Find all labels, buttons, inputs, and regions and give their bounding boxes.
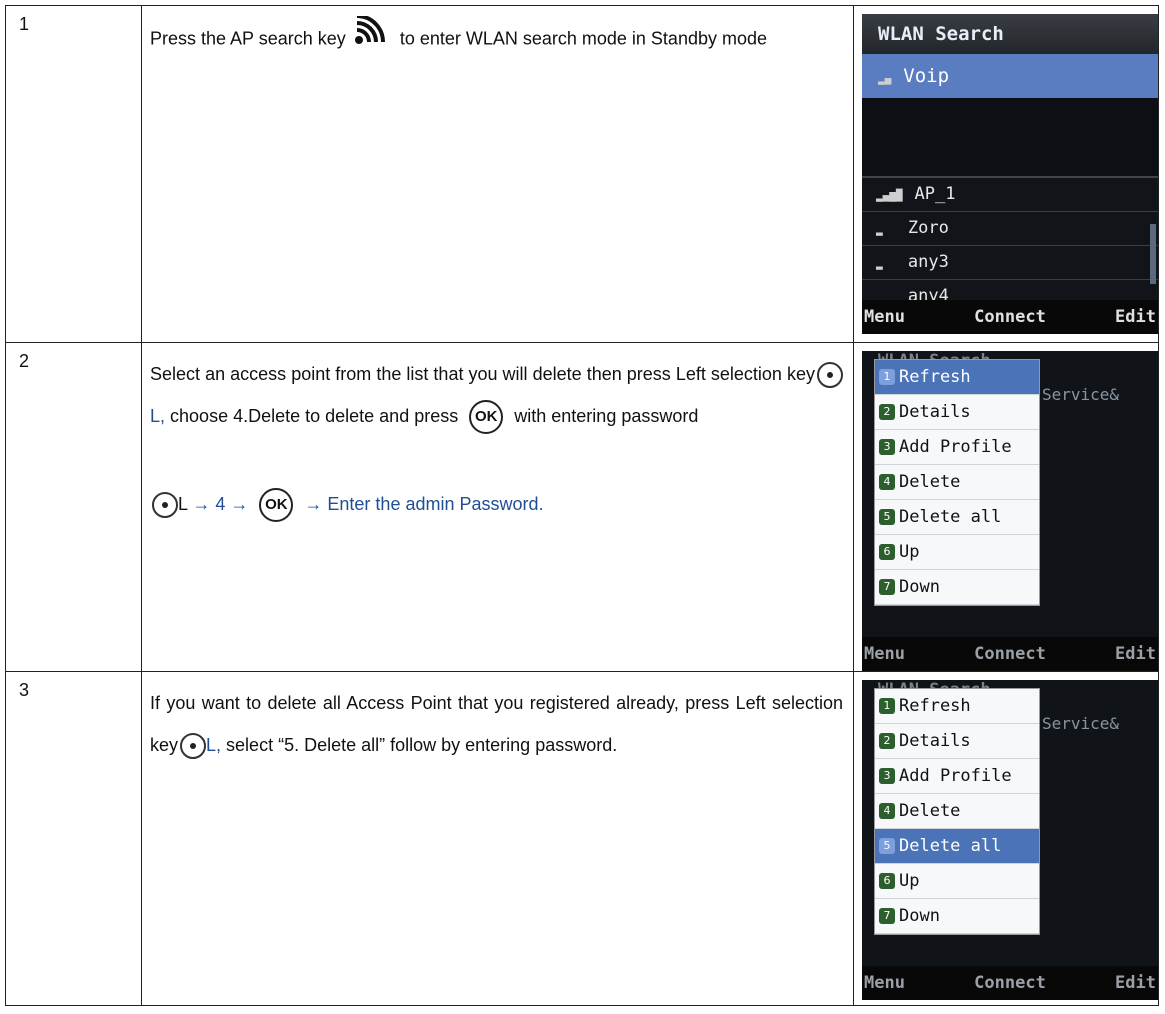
menu-item-refresh[interactable]: 1 Refresh: [875, 360, 1039, 395]
left-selection-key-icon: [180, 733, 207, 760]
softkey-menu[interactable]: Menu: [864, 307, 905, 327]
screenshot-cell: WLAN Search Service& 1Refresh 2Details 3…: [853, 342, 1159, 672]
network-details-area: [862, 98, 1158, 176]
menu-item-delete-all[interactable]: 5 Delete all: [875, 829, 1039, 864]
options-menu: 1 Refresh 2 Details 3 Add Profile 4 Delete 5…: [874, 688, 1040, 935]
left-key-label: L,: [150, 406, 166, 426]
softkey-edit[interactable]: Edit: [1115, 307, 1156, 327]
menu-item-add-profile[interactable]: 3 Add Profile: [875, 430, 1039, 465]
ap-search-key-icon: [351, 14, 395, 63]
signal-full-icon: ▂▄▆█: [876, 189, 903, 202]
softkey-bar: Menu Connect Edit: [862, 966, 1158, 1000]
step-number: 3: [5, 671, 142, 1006]
sequence-arrow: → 4 →: [192, 494, 249, 514]
softkey-connect[interactable]: Connect: [974, 644, 1046, 664]
left-key-label: L,: [206, 735, 222, 755]
signal-icon: ▂▄: [878, 72, 892, 85]
menu-item-details[interactable]: 2 Details: [875, 395, 1039, 430]
softkey-menu[interactable]: Menu: [864, 644, 905, 664]
network-item[interactable]: ▂▄▆█ AP_1: [862, 178, 1158, 212]
step-description: If you want to delete all Access Point t…: [141, 671, 854, 1006]
network-list: ▂▄▆█ AP_1 ▂ Zoro ▂ any3 ▂ any4: [862, 176, 1158, 314]
step-text: Select an access point from the list tha…: [150, 364, 815, 384]
step-text-end: with entering password: [514, 406, 699, 426]
menu-item-down[interactable]: 7 Down: [875, 899, 1039, 934]
menu-item-down[interactable]: 7 Down: [875, 570, 1039, 605]
step-text-cont: to enter WLAN search mode in Standby mod…: [399, 28, 768, 49]
step-text: Press the AP search key: [150, 28, 346, 49]
menu-item-delete[interactable]: 4 Delete: [875, 465, 1039, 500]
wlan-search-screen: WLAN Search ▂▄ Voip ▂▄▆█ AP_1 ▂ Zoro ▂ any…: [862, 14, 1158, 334]
options-menu: 1 Refresh 2 Details 3 Add Profile 4 Delete 5…: [874, 359, 1040, 606]
softkey-bar: Menu Connect Edit: [862, 637, 1158, 671]
step-description: Press the AP search key to enter WLAN se…: [141, 5, 854, 343]
menu-item-details[interactable]: 2 Details: [875, 724, 1039, 759]
step-row-3: 3 If you want to delete all Access Point…: [5, 671, 1159, 1006]
step-number: 2: [5, 342, 142, 672]
steps-table: 1 Press the AP search key to enter WLAN …: [5, 5, 1159, 1006]
screen-title: WLAN Search: [862, 14, 1158, 54]
scrollbar[interactable]: [1150, 224, 1156, 284]
left-selection-key-icon: [817, 362, 843, 389]
ok-key-icon: OK: [259, 488, 294, 523]
step-text-cont: select “5. Delete all” follow by enterin…: [226, 735, 618, 755]
options-menu-screen: WLAN Search Service& 1Refresh 2Details 3…: [862, 680, 1158, 1000]
options-menu-screen: WLAN Search Service& 1Refresh 2Details 3…: [862, 351, 1158, 671]
network-item[interactable]: ▂ Zoro: [862, 212, 1158, 246]
sequence-final: → Enter the admin Password.: [304, 494, 544, 514]
menu-item-delete-all[interactable]: 5 Delete all: [875, 500, 1039, 535]
highlighted-network[interactable]: ▂▄ Voip: [862, 54, 1158, 98]
screenshot-cell: WLAN Search ▂▄ Voip ▂▄▆█ AP_1 ▂ Zoro ▂ any…: [853, 5, 1159, 343]
menu-item-up[interactable]: 6 Up: [875, 864, 1039, 899]
softkey-bar: Menu Connect Edit: [862, 300, 1158, 334]
screenshot-cell: WLAN Search Service& 1Refresh 2Details 3…: [853, 671, 1159, 1006]
background-item: Service&: [1042, 385, 1120, 404]
softkey-edit[interactable]: Edit: [1115, 973, 1156, 993]
step-text-cont: choose 4.Delete to delete and press: [170, 406, 459, 426]
network-item[interactable]: ▂ any3: [862, 246, 1158, 280]
softkey-menu[interactable]: Menu: [864, 973, 905, 993]
left-selection-key-icon: [152, 492, 178, 519]
signal-low-icon: ▂: [876, 257, 896, 270]
step-description: Select an access point from the list tha…: [141, 342, 854, 672]
menu-item-up[interactable]: 6 Up: [875, 535, 1039, 570]
menu-item-delete[interactable]: 4 Delete: [875, 794, 1039, 829]
step-number: 1: [5, 5, 142, 343]
softkey-connect[interactable]: Connect: [974, 973, 1046, 993]
softkey-connect[interactable]: Connect: [974, 307, 1046, 327]
signal-low-icon: ▂: [876, 223, 896, 236]
background-item: Service&: [1042, 714, 1120, 733]
step-row-1: 1 Press the AP search key to enter WLAN …: [5, 5, 1159, 343]
step-row-2: 2 Select an access point from the list t…: [5, 342, 1159, 672]
menu-item-refresh[interactable]: 1 Refresh: [875, 689, 1039, 724]
ok-key-icon: OK: [469, 400, 504, 435]
softkey-edit[interactable]: Edit: [1115, 644, 1156, 664]
menu-item-add-profile[interactable]: 3 Add Profile: [875, 759, 1039, 794]
key-sequence: L → 4 → OK → Enter the admin Password.: [150, 483, 843, 525]
